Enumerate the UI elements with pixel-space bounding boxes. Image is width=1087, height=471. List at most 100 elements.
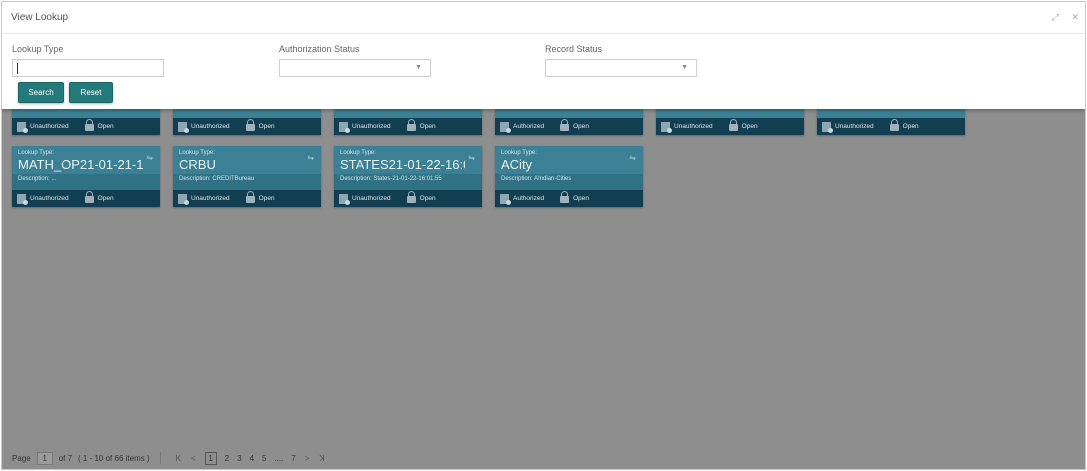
authorization-status: Authorized (513, 195, 545, 202)
reset-button[interactable]: Reset (69, 82, 113, 103)
page-number-input[interactable]: 1 (36, 451, 53, 465)
unlock-icon (84, 119, 94, 131)
search-panel: Lookup Type Authorization Status ▼ Recor… (2, 34, 1085, 109)
unlock-icon (889, 119, 899, 131)
window-header: View Lookup ⤢ ✕ (2, 2, 1085, 34)
page-link[interactable]: 2 (225, 454, 229, 463)
page-link-current[interactable]: 1 (204, 451, 217, 465)
card-body: Lookup Type: MATH_OP21-01-21-1... ⇋ Descrip… (12, 146, 160, 190)
authorization-status: Unauthorized (30, 123, 69, 130)
unlock-icon (406, 191, 416, 203)
last-page-icon[interactable]: ꓘ (319, 454, 324, 463)
card-description: Description: CREDITBureau (173, 174, 321, 190)
card-footer: Unauthorized Open (12, 118, 160, 135)
authorization-icon (178, 121, 189, 133)
authorization-icon (17, 193, 28, 205)
link-icon[interactable]: ⇋ (468, 153, 475, 162)
authorization-status-select[interactable]: ▼ (279, 59, 431, 77)
record-status: Open (97, 123, 114, 130)
card-footer: Unauthorized Open (173, 118, 321, 135)
next-page-icon[interactable]: > (305, 454, 310, 463)
lookup-card[interactable]: Lookup Type: CRBU ⇋ Description: CREDITBure… (173, 146, 321, 207)
authorization-icon (822, 121, 833, 133)
card-footer: Unauthorized Open (12, 190, 160, 207)
page-link[interactable]: 3 (237, 454, 241, 463)
unlock-icon (84, 191, 94, 203)
authorization-icon (17, 121, 28, 133)
chevron-down-icon: ▼ (415, 64, 422, 71)
card-footer: Unauthorized Open (656, 118, 804, 135)
unlock-icon (245, 119, 255, 131)
chevron-down-icon: ▼ (681, 64, 688, 71)
pagination-bar: Page 1 of 7 ( 1 - 10 of 66 items ) K < 1… (2, 447, 1085, 469)
authorization-status: Unauthorized (352, 123, 391, 130)
unlock-icon (406, 119, 416, 131)
expand-icon[interactable]: ⤢ (1052, 12, 1059, 22)
card-description: Description: AIndian-Cities (495, 174, 643, 190)
first-page-icon[interactable]: K (176, 454, 181, 463)
lookup-type-caption: Lookup Type: (501, 150, 537, 156)
authorization-status-label: Authorization Status (279, 44, 360, 54)
card-footer: Authorized Open (495, 118, 643, 135)
lookup-type-caption: Lookup Type: (179, 150, 215, 156)
link-icon[interactable]: ⇋ (307, 153, 314, 162)
unlock-icon (560, 191, 570, 203)
record-status: Open (419, 123, 436, 130)
authorization-status: Unauthorized (30, 195, 69, 202)
link-icon[interactable]: ⇋ (146, 153, 153, 162)
page-link[interactable]: 4 (250, 454, 254, 463)
card-footer: Authorized Open (495, 190, 643, 207)
record-status: Open (258, 123, 275, 130)
lookup-type-value: ACity (501, 157, 533, 172)
page-link[interactable]: 7 (291, 454, 295, 463)
record-status-label: Record Status (545, 44, 603, 54)
card-footer: Unauthorized Open (173, 190, 321, 207)
record-status: Open (573, 195, 589, 202)
authorization-icon (500, 121, 511, 133)
search-button[interactable]: Search (18, 82, 64, 103)
record-status-field: Record Status ▼ (545, 44, 697, 77)
card-footer: Unauthorized Open (334, 118, 482, 135)
record-status: Open (741, 123, 758, 130)
authorization-status: Unauthorized (191, 195, 230, 202)
window-title: View Lookup (11, 12, 69, 23)
card-body: Lookup Type: ACity ⇋ Description: AIndian-C… (495, 146, 643, 190)
card-description: Description: States-21-01-22-16:01:55 (334, 174, 482, 190)
authorization-status: Unauthorized (674, 123, 713, 130)
page-ellipsis: .... (274, 453, 284, 463)
page-total: of 7 (58, 453, 73, 463)
record-status: Open (258, 195, 275, 202)
prev-page-icon[interactable]: < (191, 454, 196, 463)
unlock-icon (245, 191, 255, 203)
close-icon[interactable]: ✕ (1071, 12, 1079, 22)
authorization-icon (339, 121, 350, 133)
card-body: Lookup Type:STATES21-01-22-16:0...⇋ Descr… (334, 146, 482, 190)
card-description: Description: ... (12, 174, 160, 190)
lookup-card[interactable]: Lookup Type: ACity ⇋ Description: AIndian-C… (495, 146, 643, 207)
record-status: Open (902, 123, 919, 130)
record-status-select[interactable]: ▼ (545, 59, 697, 77)
page-label: Page (12, 453, 31, 463)
unlock-icon (560, 119, 570, 131)
card-footer: Unauthorized Open (817, 118, 965, 135)
unlock-icon (728, 119, 738, 131)
record-status: Open (419, 195, 436, 202)
lookup-type-value: STATES21-01-22-16:0... (340, 157, 465, 172)
lookup-card[interactable]: Lookup Type: MATH_OP21-01-21-1... ⇋ Descrip… (12, 146, 160, 207)
authorization-icon (339, 193, 350, 205)
record-status: Open (573, 123, 589, 130)
divider (159, 452, 161, 464)
card-body: Lookup Type: CRBU ⇋ Description: CREDITBure… (173, 146, 321, 190)
authorization-status: Unauthorized (835, 123, 874, 130)
text-caret (17, 63, 18, 74)
lookup-type-input[interactable] (12, 59, 164, 77)
authorization-icon (500, 193, 511, 205)
page-link[interactable]: 5 (262, 454, 266, 463)
authorization-status-field: Authorization Status ▼ (279, 44, 431, 77)
lookup-type-label: Lookup Type (12, 44, 64, 54)
lookup-type-field: Lookup Type (12, 44, 164, 77)
record-status: Open (97, 195, 114, 202)
link-icon[interactable]: ⇋ (629, 153, 636, 162)
lookup-type-caption: Lookup Type: (340, 150, 376, 156)
lookup-card[interactable]: Lookup Type:STATES21-01-22-16:0...⇋ Descr… (334, 146, 482, 207)
